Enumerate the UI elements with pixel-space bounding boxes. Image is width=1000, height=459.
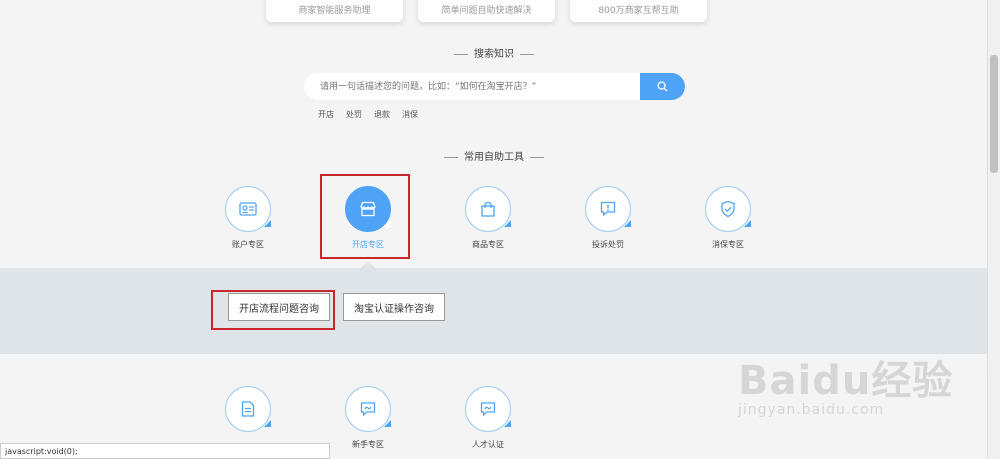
tool-label: 新手专区 bbox=[352, 440, 384, 449]
search-button[interactable] bbox=[640, 73, 685, 100]
scrollbar-thumb[interactable] bbox=[990, 55, 998, 173]
taobao-certification-consult-button[interactable]: 淘宝认证操作咨询 bbox=[343, 293, 445, 321]
alert-message-icon bbox=[600, 201, 616, 217]
browser-status-bar: javascript:void(0); bbox=[0, 443, 330, 459]
tool-label: 账户专区 bbox=[232, 240, 264, 249]
hot-word-link[interactable]: 处罚 bbox=[346, 109, 362, 120]
feature-card-text: 商家智能服务助理 bbox=[298, 6, 371, 16]
feature-card[interactable]: 800万商家互帮互助 bbox=[570, 0, 707, 22]
search-box bbox=[304, 73, 685, 100]
chat-bubble-icon bbox=[480, 402, 496, 417]
shield-check-icon bbox=[721, 200, 735, 218]
chat-bubble-icon bbox=[360, 402, 376, 417]
highlight-box bbox=[320, 174, 410, 259]
hot-word-link[interactable]: 开店 bbox=[318, 109, 334, 120]
id-card-icon bbox=[239, 202, 257, 216]
hot-word-link[interactable]: 退款 bbox=[374, 109, 390, 120]
highlight-box bbox=[211, 290, 335, 330]
feature-card-text: 800万商家互帮互助 bbox=[598, 6, 679, 16]
tool-label: 消保专区 bbox=[712, 240, 744, 249]
vertical-scrollbar[interactable] bbox=[987, 0, 1000, 459]
search-icon bbox=[657, 81, 668, 92]
tool-account-zone[interactable]: 账户专区 bbox=[208, 186, 288, 250]
tool-label: 人才认证 bbox=[472, 440, 504, 449]
search-input[interactable] bbox=[304, 73, 640, 100]
tools-section-title: 常用自助工具 bbox=[0, 148, 988, 163]
tool-rules-zone[interactable] bbox=[208, 386, 288, 439]
feature-card-text: 简单问题自助快速解决 bbox=[441, 6, 532, 16]
tool-label: 商品专区 bbox=[472, 240, 504, 249]
panel-pointer bbox=[361, 261, 375, 268]
document-icon bbox=[241, 401, 255, 417]
sub-menu-panel bbox=[0, 268, 988, 354]
search-section-title: 搜索知识 bbox=[0, 45, 988, 60]
tool-product-zone[interactable]: 商品专区 bbox=[448, 186, 528, 250]
hot-word-link[interactable]: 消保 bbox=[402, 109, 418, 120]
tool-talent-certification[interactable]: 人才认证 bbox=[448, 386, 528, 450]
feature-card[interactable]: 简单问题自助快速解决 bbox=[418, 0, 555, 22]
baidu-watermark: Baidu经验 jingyan.baidu.com bbox=[738, 358, 954, 418]
shopping-bag-icon bbox=[481, 201, 495, 217]
tool-beginner-zone[interactable]: 新手专区 bbox=[328, 386, 408, 450]
tool-protection-zone[interactable]: 消保专区 bbox=[688, 186, 768, 250]
tool-complaint-zone[interactable]: 投诉处罚 bbox=[568, 186, 648, 250]
tool-label: 投诉处罚 bbox=[592, 240, 624, 249]
feature-card[interactable]: 商家智能服务助理 bbox=[266, 0, 403, 22]
